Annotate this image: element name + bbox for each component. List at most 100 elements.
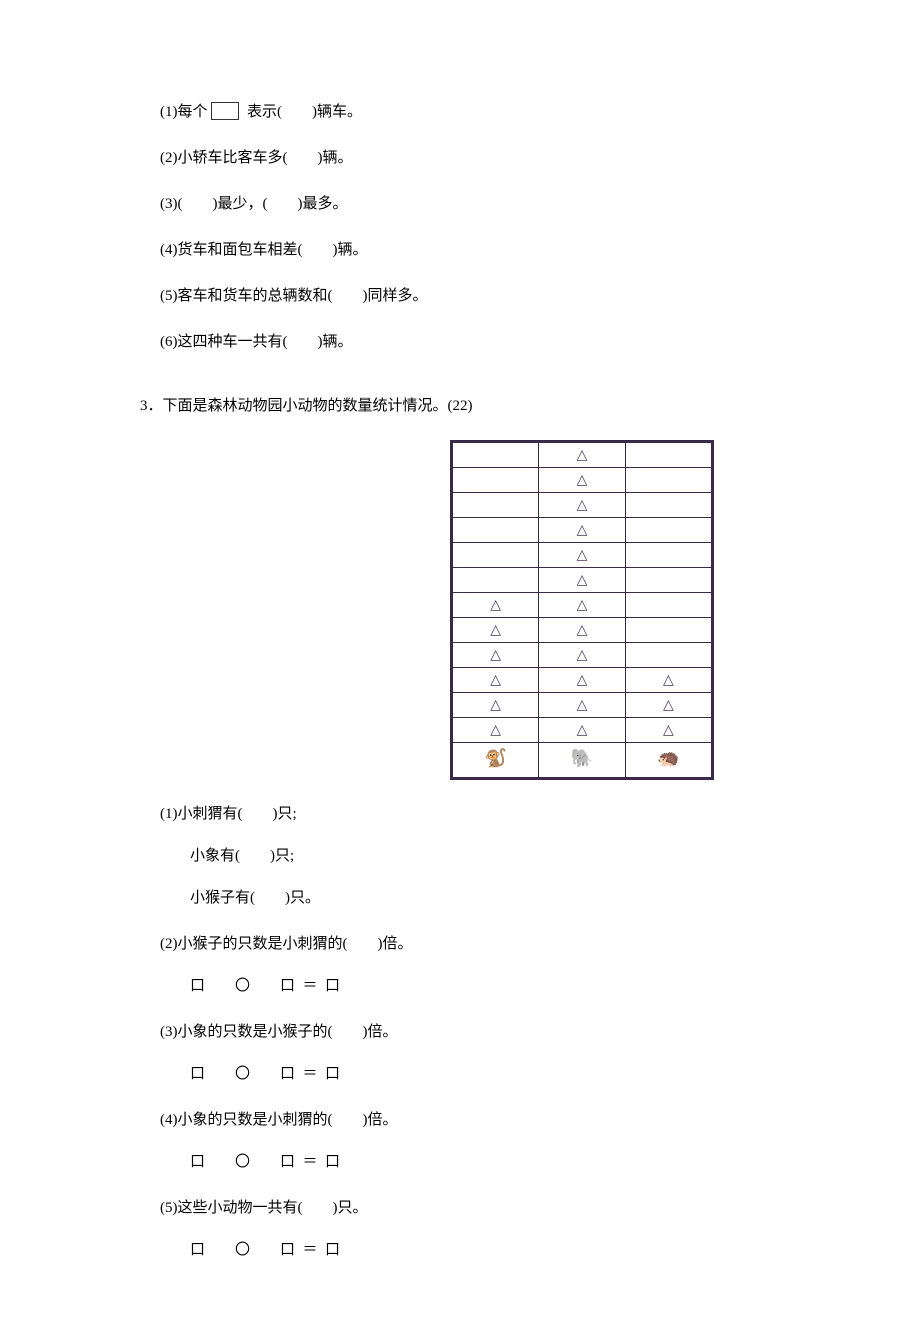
chart-row: △△ — [453, 593, 712, 618]
chart-cell: △ — [539, 618, 625, 643]
triangle-icon: △ — [577, 723, 588, 738]
q3-2: (2)小猴子的只数是小刺猬的( )倍。 — [160, 932, 860, 956]
chart-cell: △ — [539, 568, 625, 593]
chart-cell — [453, 468, 539, 493]
chart-cell — [625, 468, 711, 493]
chart-cell — [453, 568, 539, 593]
q2-item-1: (1)每个 表示( )辆车。 — [160, 100, 860, 124]
triangle-icon: △ — [577, 648, 588, 663]
worksheet-page: (1)每个 表示( )辆车。 (2)小轿车比客车多( )辆。 (3)( )最少，… — [0, 0, 920, 1344]
chart-category-cell: 🐘 — [539, 743, 625, 778]
chart-category-cell: 🐒 — [453, 743, 539, 778]
chart-cell: △ — [453, 693, 539, 718]
q3-2-eq: 口 〇 口＝口 — [190, 974, 860, 998]
chart-row: △ △ △ — [453, 668, 712, 693]
triangle-icon: △ — [577, 573, 588, 588]
animal-tally-chart: △△△△△△△△△△△△△△△△△△△△△🐒🐘🦔 — [450, 440, 714, 780]
animal-icon: 🐒 — [484, 749, 506, 767]
q2-1-text-b: 表示( )辆车。 — [247, 104, 362, 120]
chart-cell: △ — [539, 643, 625, 668]
chart-cell — [625, 618, 711, 643]
q2-item-2: (2)小轿车比客车多( )辆。 — [160, 146, 860, 170]
chart-cell — [625, 593, 711, 618]
chart-cell: △ — [625, 718, 711, 743]
chart-row: △△ — [453, 618, 712, 643]
chart-cell: △ — [539, 493, 625, 518]
chart-row: △ — [453, 568, 712, 593]
chart-cell — [453, 493, 539, 518]
q3-1b: 小象有( )只; — [190, 844, 860, 868]
chart-row: △△ — [453, 643, 712, 668]
triangle-icon: △ — [577, 448, 588, 463]
chart-cell: △ — [625, 693, 711, 718]
chart-cell: △ — [539, 518, 625, 543]
triangle-icon: △ — [577, 698, 588, 713]
triangle-icon: △ — [577, 673, 588, 688]
triangle-icon: △ — [490, 673, 501, 688]
triangle-icon: △ — [663, 673, 674, 688]
chart-category-cell: 🦔 — [625, 743, 711, 778]
chart-cell: △ — [453, 593, 539, 618]
chart-cell: △ — [539, 668, 625, 693]
q3-3: (3)小象的只数是小猴子的( )倍。 — [160, 1020, 860, 1044]
q2-item-4: (4)货车和面包车相差( )辆。 — [160, 238, 860, 262]
triangle-icon: △ — [490, 723, 501, 738]
chart-cell — [625, 568, 711, 593]
q2-item-5: (5)客车和货车的总辆数和( )同样多。 — [160, 284, 860, 308]
chart-cell: △ — [539, 693, 625, 718]
chart-cell: △ — [453, 718, 539, 743]
triangle-icon: △ — [577, 623, 588, 638]
triangle-icon: △ — [577, 498, 588, 513]
animal-icon: 🦔 — [657, 749, 679, 767]
chart-row: △ — [453, 493, 712, 518]
triangle-icon: △ — [663, 723, 674, 738]
chart-row: △ — [453, 518, 712, 543]
chart-cell — [625, 543, 711, 568]
chart-row: △ — [453, 543, 712, 568]
q3-4: (4)小象的只数是小刺猬的( )倍。 — [160, 1108, 860, 1132]
q3-3-eq: 口 〇 口＝口 — [190, 1062, 860, 1086]
triangle-icon: △ — [577, 548, 588, 563]
chart-cell — [625, 643, 711, 668]
animal-icon: 🐘 — [571, 749, 593, 767]
chart-cell — [625, 443, 711, 468]
chart-cell: △ — [539, 468, 625, 493]
chart-row: △ △ △ — [453, 693, 712, 718]
chart-cell — [625, 518, 711, 543]
chart-cell: △ — [453, 668, 539, 693]
triangle-icon: △ — [490, 598, 501, 613]
q3-5-eq: 口 〇 口＝口 — [190, 1238, 860, 1262]
chart-table: △△△△△△△△△△△△△△△△△△△△△🐒🐘🦔 — [452, 442, 712, 778]
rectangle-icon — [211, 102, 239, 120]
q2-item-6: (6)这四种车一共有( )辆。 — [160, 330, 860, 354]
triangle-icon: △ — [490, 623, 501, 638]
chart-row: △ — [453, 468, 712, 493]
chart-cell: △ — [453, 618, 539, 643]
chart-cell — [453, 543, 539, 568]
chart-cell: △ — [625, 668, 711, 693]
triangle-icon: △ — [577, 598, 588, 613]
chart-cell: △ — [539, 593, 625, 618]
q2-1-text-a: (1)每个 — [160, 104, 208, 120]
q3-5: (5)这些小动物一共有( )只。 — [160, 1196, 860, 1220]
chart-cell — [453, 518, 539, 543]
triangle-icon: △ — [577, 473, 588, 488]
chart-category-row: 🐒 🐘 🦔 — [453, 743, 712, 778]
chart-row: △ — [453, 443, 712, 468]
triangle-icon: △ — [490, 648, 501, 663]
triangle-icon: △ — [663, 698, 674, 713]
chart-cell — [625, 493, 711, 518]
triangle-icon: △ — [577, 523, 588, 538]
chart-cell: △ — [539, 443, 625, 468]
q3-intro: 3．下面是森林动物园小动物的数量统计情况。(22) — [140, 394, 860, 418]
q3-1a: (1)小刺猬有( )只; — [160, 802, 860, 826]
q2-item-3: (3)( )最少，( )最多。 — [160, 192, 860, 216]
chart-cell: △ — [453, 643, 539, 668]
q3-1c: 小猴子有( )只。 — [190, 886, 860, 910]
chart-cell: △ — [539, 543, 625, 568]
chart-cell — [453, 443, 539, 468]
chart-row: △ △ △ — [453, 718, 712, 743]
q3-4-eq: 口 〇 口＝口 — [190, 1150, 860, 1174]
chart-cell: △ — [539, 718, 625, 743]
triangle-icon: △ — [490, 698, 501, 713]
